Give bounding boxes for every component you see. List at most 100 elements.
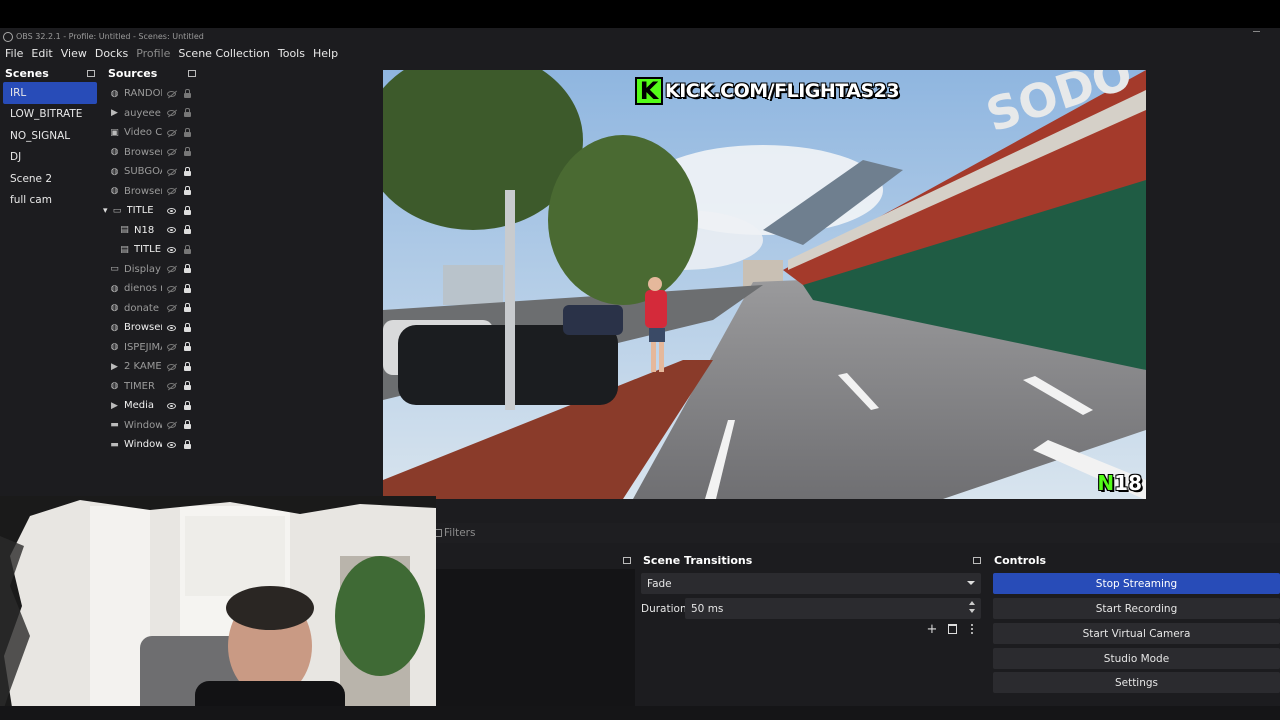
source-item[interactable]: ▾ ▭ TITLE bbox=[103, 201, 201, 221]
source-item[interactable]: ◍ Browser bbox=[103, 182, 201, 202]
lock-icon[interactable] bbox=[183, 381, 192, 392]
scene-item-no-signal[interactable]: NO_SIGNAL bbox=[3, 125, 97, 147]
lock-icon[interactable] bbox=[183, 264, 192, 275]
lock-icon[interactable] bbox=[183, 283, 192, 294]
unlock-icon[interactable] bbox=[183, 244, 192, 255]
eye-icon[interactable] bbox=[166, 439, 177, 450]
scene-item-scene-2[interactable]: Scene 2 bbox=[3, 168, 97, 190]
add-icon[interactable]: + bbox=[926, 623, 938, 636]
unlock-icon[interactable] bbox=[183, 88, 192, 99]
source-item[interactable]: ▣ Video Ca bbox=[103, 123, 201, 143]
eye-off-icon[interactable] bbox=[166, 303, 177, 314]
eye-off-icon[interactable] bbox=[166, 264, 177, 275]
eye-icon[interactable] bbox=[166, 225, 177, 236]
minimize-icon[interactable] bbox=[1253, 31, 1260, 32]
source-item[interactable]: ▬ Window bbox=[103, 435, 201, 455]
source-item[interactable]: ◍ dienos n bbox=[103, 279, 201, 299]
display-icon: ▭ bbox=[110, 264, 119, 275]
eye-off-icon[interactable] bbox=[166, 342, 177, 353]
lock-icon[interactable] bbox=[183, 166, 192, 177]
filters-button[interactable]: Filters bbox=[444, 527, 475, 539]
unlock-icon[interactable] bbox=[183, 108, 192, 119]
lock-icon[interactable] bbox=[183, 420, 192, 431]
menu-view[interactable]: View bbox=[61, 47, 87, 60]
menu-docks[interactable]: Docks bbox=[95, 47, 128, 60]
menu-file[interactable]: File bbox=[5, 47, 23, 60]
source-item[interactable]: ◍ Browser bbox=[103, 143, 201, 163]
unlock-icon[interactable] bbox=[183, 127, 192, 138]
eye-off-icon[interactable] bbox=[166, 381, 177, 392]
more-options-icon[interactable] bbox=[966, 623, 978, 635]
stop-streaming-button[interactable]: Stop Streaming bbox=[993, 573, 1280, 594]
kick-logo: K bbox=[635, 77, 663, 105]
lock-icon[interactable] bbox=[183, 439, 192, 450]
source-item[interactable]: ▤ N18 bbox=[103, 221, 201, 241]
undock-icon[interactable] bbox=[623, 556, 631, 564]
undock-icon[interactable] bbox=[87, 69, 95, 77]
eye-icon[interactable] bbox=[166, 205, 177, 216]
source-name: TIMER bbox=[124, 380, 155, 392]
source-item[interactable]: ◍ RANDOM bbox=[103, 84, 201, 104]
source-name: Browser bbox=[124, 322, 162, 334]
source-item[interactable]: ▭ Display C bbox=[103, 260, 201, 280]
globe-icon: ◍ bbox=[110, 322, 119, 333]
source-item[interactable]: ▶ Media bbox=[103, 396, 201, 416]
chevron-down-icon[interactable] bbox=[969, 609, 975, 613]
duration-field[interactable]: 50 ms bbox=[685, 598, 981, 619]
source-item[interactable]: ▬ Window bbox=[103, 416, 201, 436]
scene-item-irl[interactable]: IRL bbox=[3, 82, 97, 104]
undock-icon[interactable] bbox=[188, 69, 196, 77]
lock-icon[interactable] bbox=[183, 400, 192, 411]
eye-off-icon[interactable] bbox=[166, 88, 177, 99]
chevron-up-icon[interactable] bbox=[969, 601, 975, 605]
eye-off-icon[interactable] bbox=[166, 166, 177, 177]
source-item[interactable]: ◍ ISPEJIMA bbox=[103, 338, 201, 358]
studio-mode-button[interactable]: Studio Mode bbox=[993, 648, 1280, 669]
menu-edit[interactable]: Edit bbox=[31, 47, 52, 60]
source-item[interactable]: ▤ TITLE bbox=[103, 240, 201, 260]
menu-scene-collection[interactable]: Scene Collection bbox=[178, 47, 269, 60]
source-item[interactable]: ▶ 2 KAMEF bbox=[103, 357, 201, 377]
menu-profile[interactable]: Profile bbox=[136, 47, 170, 60]
source-item[interactable]: ◍ donate bbox=[103, 299, 201, 319]
eye-off-icon[interactable] bbox=[166, 420, 177, 431]
eye-icon[interactable] bbox=[166, 400, 177, 411]
source-item[interactable]: ◍ SUBGOA bbox=[103, 162, 201, 182]
scene-item-full-cam[interactable]: full cam bbox=[3, 190, 97, 212]
menu-tools[interactable]: Tools bbox=[278, 47, 305, 60]
source-item[interactable]: ▶ auyeee bbox=[103, 104, 201, 124]
source-item[interactable]: ◍ TIMER bbox=[103, 377, 201, 397]
unlock-icon[interactable] bbox=[183, 147, 192, 158]
start-virtual-camera-button[interactable]: Start Virtual Camera bbox=[993, 623, 1280, 644]
eye-off-icon[interactable] bbox=[166, 147, 177, 158]
eye-off-icon[interactable] bbox=[166, 361, 177, 372]
trash-icon[interactable] bbox=[946, 623, 958, 635]
lock-icon[interactable] bbox=[183, 225, 192, 236]
obs-logo-icon bbox=[3, 31, 13, 42]
scene-item-dj[interactable]: DJ bbox=[3, 147, 97, 169]
eye-off-icon[interactable] bbox=[166, 186, 177, 197]
lock-icon[interactable] bbox=[183, 342, 192, 353]
scene-item-low-bitrate[interactable]: LOW_BITRATE bbox=[3, 104, 97, 126]
duration-spinner[interactable] bbox=[969, 601, 977, 616]
lock-icon[interactable] bbox=[183, 322, 192, 333]
eye-off-icon[interactable] bbox=[166, 283, 177, 294]
lock-icon[interactable] bbox=[183, 186, 192, 197]
eye-off-icon[interactable] bbox=[166, 108, 177, 119]
undock-icon[interactable] bbox=[973, 556, 981, 564]
menu-help[interactable]: Help bbox=[313, 47, 338, 60]
program-preview[interactable]: SODO K KICK.COM/FLIGHTAS23 N18 bbox=[383, 70, 1146, 499]
eye-off-icon[interactable] bbox=[166, 127, 177, 138]
start-recording-button[interactable]: Start Recording bbox=[993, 598, 1280, 619]
settings-button[interactable]: Settings bbox=[993, 672, 1280, 693]
lock-icon[interactable] bbox=[183, 361, 192, 372]
source-item[interactable]: ◍ Browser bbox=[103, 318, 201, 338]
sources-header: Sources bbox=[103, 64, 201, 82]
chevron-down-icon[interactable]: ▾ bbox=[103, 206, 108, 216]
transition-selected: Fade bbox=[647, 577, 672, 590]
transition-select[interactable]: Fade bbox=[641, 573, 981, 594]
lock-icon[interactable] bbox=[183, 205, 192, 216]
eye-icon[interactable] bbox=[166, 322, 177, 333]
lock-icon[interactable] bbox=[183, 303, 192, 314]
eye-icon[interactable] bbox=[166, 244, 177, 255]
